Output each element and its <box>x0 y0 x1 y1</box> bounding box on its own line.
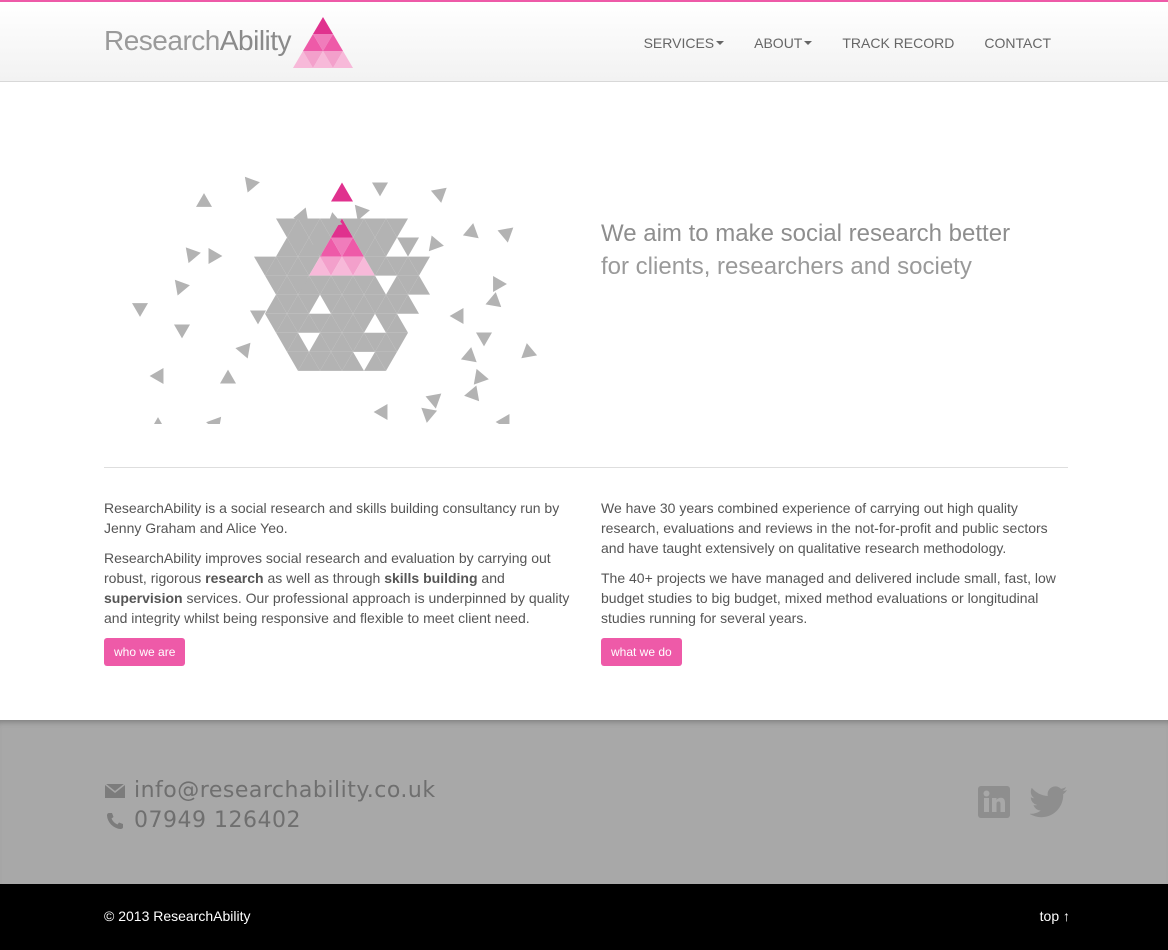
nav-about-label: ABOUT <box>754 35 803 51</box>
navbar: ResearchAbility SERVICES ABOUT TRACK REC… <box>0 2 1168 82</box>
intro-right-column: We have 30 years combined experience of … <box>601 498 1069 666</box>
phone-icon <box>104 812 126 830</box>
what-we-do-button[interactable]: what we do <box>601 638 682 666</box>
bold-supervision: supervision <box>104 590 183 606</box>
contact-email-row[interactable]: info@researchability.co.uk <box>104 778 436 803</box>
linkedin-icon[interactable] <box>978 786 1010 818</box>
triangle-cluster-illustration <box>132 176 538 424</box>
logo-text: ResearchAbility <box>104 17 292 56</box>
bold-skills-building: skills building <box>384 570 478 586</box>
contact-phone: 07949 126402 <box>134 808 301 833</box>
nav-services[interactable]: SERVICES <box>629 33 740 53</box>
back-to-top-link[interactable]: top ↑ <box>1040 908 1070 924</box>
contact-phone-row: 07949 126402 <box>104 808 301 833</box>
tagline: We aim to make social research better fo… <box>601 217 1010 283</box>
logo-text-research: Research <box>104 25 220 56</box>
envelope-icon <box>104 783 126 798</box>
triangle-logo-icon <box>293 17 354 68</box>
main-nav: SERVICES ABOUT TRACK RECORD CONTACT <box>629 33 1066 53</box>
footer: © 2013 ResearchAbility top ↑ <box>0 884 1168 950</box>
nav-about[interactable]: ABOUT <box>739 33 827 53</box>
intro-left-column: ResearchAbility is a social research and… <box>104 498 572 666</box>
text-span: as well as through <box>263 570 385 586</box>
contact-band: info@researchability.co.uk 07949 126402 <box>0 720 1168 884</box>
section-divider <box>104 467 1068 468</box>
nav-contact[interactable]: CONTACT <box>969 33 1066 53</box>
hero: We aim to make social research better fo… <box>0 82 1168 467</box>
text-span: and <box>477 570 505 586</box>
nav-track-record[interactable]: TRACK RECORD <box>827 33 969 53</box>
caret-down-icon <box>716 41 725 45</box>
experience-paragraph: We have 30 years combined experience of … <box>601 500 1048 556</box>
nav-services-label: SERVICES <box>643 35 715 51</box>
nav-track-record-label: TRACK RECORD <box>842 35 955 51</box>
intro-paragraph-2: ResearchAbility improves social research… <box>104 548 572 628</box>
twitter-icon[interactable] <box>1030 786 1068 818</box>
contact-email[interactable]: info@researchability.co.uk <box>134 778 436 803</box>
projects-paragraph: The 40+ projects we have managed and del… <box>601 570 1056 626</box>
intro-paragraph-1: ResearchAbility is a social research and… <box>104 500 560 536</box>
logo-text-ability: Ability <box>219 25 292 56</box>
caret-down-icon <box>804 41 813 45</box>
nav-contact-label: CONTACT <box>984 35 1051 51</box>
copyright: © 2013 ResearchAbility <box>104 908 251 924</box>
tagline-line-2: for clients, researchers and society <box>601 253 972 280</box>
logo[interactable]: ResearchAbility <box>104 17 354 69</box>
tagline-line-1: We aim to make social research better <box>601 220 1011 247</box>
who-we-are-button[interactable]: who we are <box>104 638 186 666</box>
bold-research: research <box>205 570 264 586</box>
